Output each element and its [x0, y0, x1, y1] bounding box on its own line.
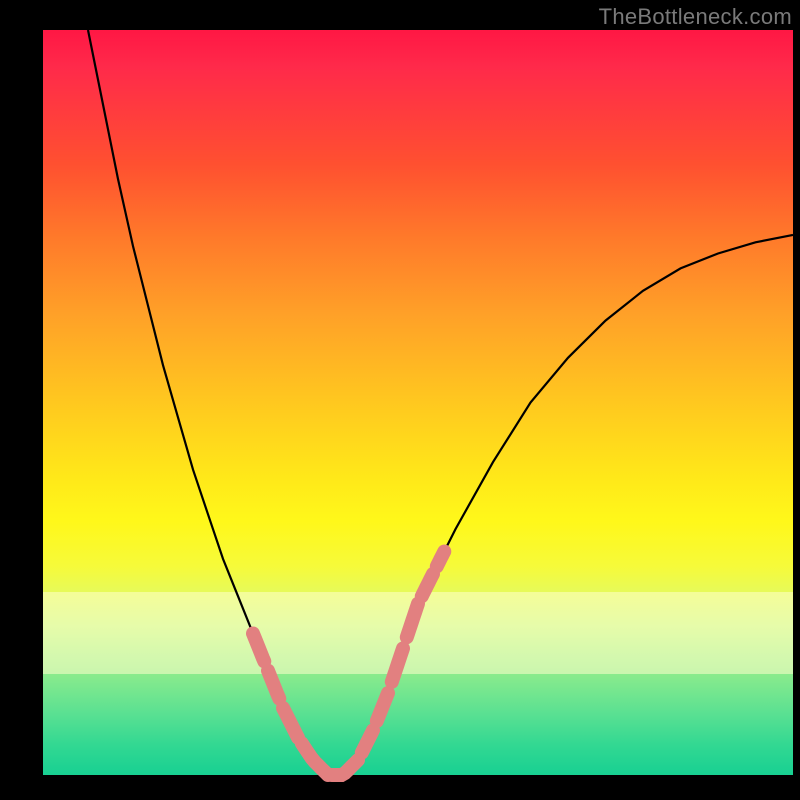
watermark-text: TheBottleneck.com — [599, 4, 792, 30]
bead-segment — [407, 604, 418, 638]
bead-segment — [332, 760, 358, 775]
bead-segment — [283, 708, 298, 738]
curve-layer — [43, 30, 793, 775]
bead-segment — [377, 693, 388, 721]
bead-segment — [302, 743, 328, 775]
bead-segment — [253, 634, 264, 662]
bead-segment — [392, 648, 403, 682]
bead-overlay-group — [253, 552, 444, 776]
bead-segment — [362, 730, 373, 752]
bottleneck-curve — [88, 30, 793, 775]
bead-segment — [437, 552, 445, 567]
chart-frame: TheBottleneck.com — [0, 0, 800, 800]
bead-segment — [422, 574, 433, 596]
bead-segment — [268, 671, 279, 699]
